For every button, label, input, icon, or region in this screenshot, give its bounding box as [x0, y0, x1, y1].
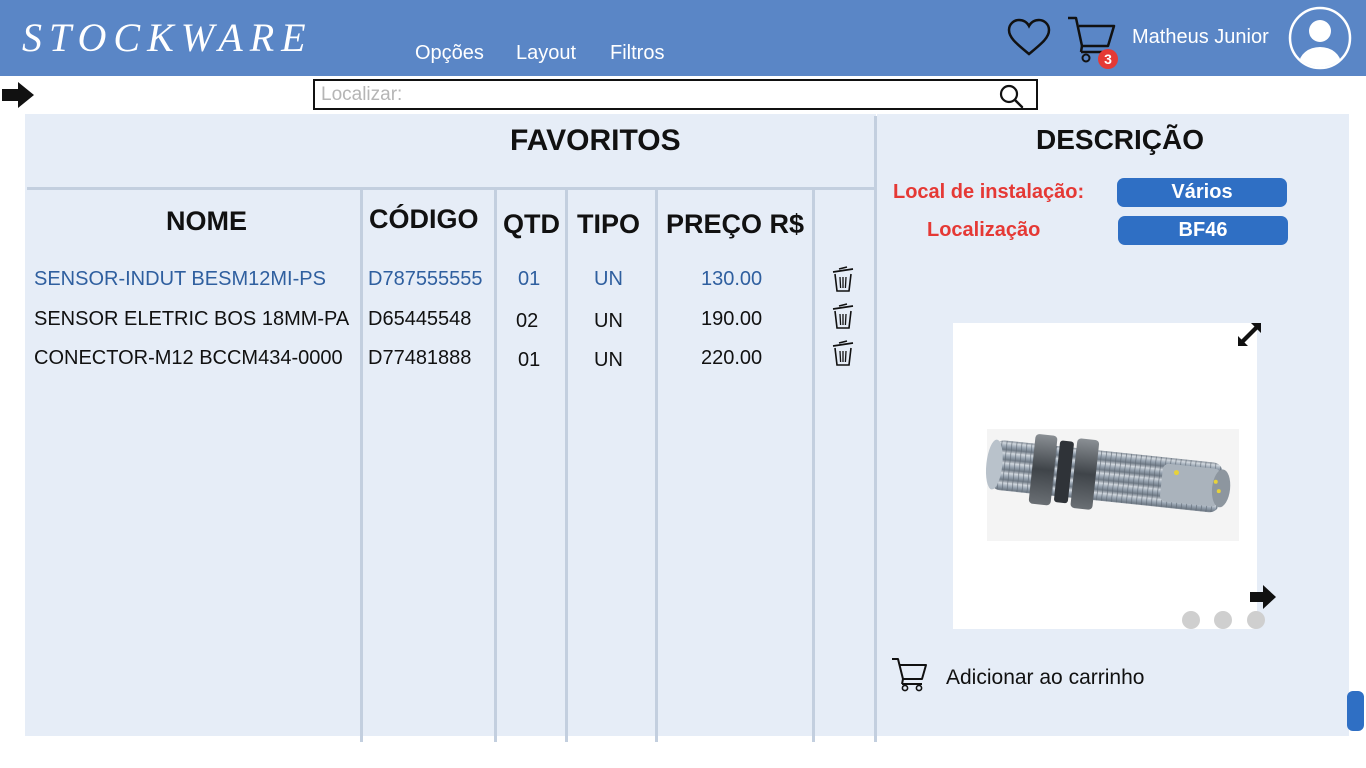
- column-divider: [494, 190, 497, 742]
- row-3-codigo[interactable]: D77481888: [368, 347, 471, 370]
- product-image: [953, 323, 1257, 629]
- installation-value-badge: Vários: [1117, 178, 1287, 207]
- carousel-dot-1[interactable]: [1182, 611, 1200, 629]
- carousel-dot-3[interactable]: [1247, 611, 1265, 629]
- column-header-preco[interactable]: PREÇO R$: [666, 209, 804, 240]
- row-1-preco[interactable]: 130.00: [701, 268, 762, 291]
- avatar-icon[interactable]: [1288, 6, 1352, 70]
- carousel-dot-2[interactable]: [1214, 611, 1232, 629]
- collapse-arrow-icon[interactable]: [0, 80, 36, 110]
- search-bar: [313, 79, 1038, 110]
- add-to-cart-label: Adicionar ao carrinho: [946, 666, 1145, 689]
- row-1-codigo[interactable]: D787555555: [368, 268, 483, 291]
- row-2-codigo[interactable]: D65445548: [368, 308, 471, 331]
- menu-opcoes[interactable]: Opções: [415, 42, 484, 65]
- column-divider: [360, 190, 363, 742]
- column-header-codigo[interactable]: CÓDIGO: [369, 204, 479, 235]
- app-logo[interactable]: STOCKWARE: [22, 14, 313, 61]
- trash-icon[interactable]: [831, 265, 855, 293]
- row-2-nome[interactable]: SENSOR ELETRIC BOS 18MM-PA: [34, 308, 349, 331]
- column-header-tipo[interactable]: TIPO: [577, 209, 640, 240]
- description-title: DESCRIÇÃO: [1036, 124, 1205, 155]
- table-header-divider: [27, 187, 878, 190]
- scrollbar-thumb[interactable]: [1347, 691, 1364, 731]
- column-header-qtd[interactable]: QTD: [503, 209, 560, 240]
- cart-count-badge: 3: [1098, 49, 1118, 69]
- favorites-title: FAVORITOS: [510, 124, 681, 157]
- menu-filtros[interactable]: Filtros: [610, 42, 664, 65]
- row-2-preco[interactable]: 190.00: [701, 308, 762, 331]
- row-1-nome[interactable]: SENSOR-INDUT BESM12MI-PS: [34, 268, 326, 291]
- heart-icon[interactable]: [1007, 18, 1051, 58]
- search-input[interactable]: [321, 83, 991, 107]
- location-value-badge: BF46: [1118, 216, 1288, 245]
- row-3-nome[interactable]: CONECTOR-M12 BCCM434-0000: [34, 347, 343, 370]
- row-3-qtd[interactable]: 01: [518, 349, 540, 372]
- row-2-qtd[interactable]: 02: [516, 310, 538, 333]
- row-1-tipo[interactable]: UN: [594, 268, 623, 291]
- search-icon[interactable]: [998, 83, 1024, 109]
- expand-icon[interactable]: [1236, 321, 1263, 348]
- next-image-arrow-icon[interactable]: [1249, 584, 1277, 610]
- column-header-nome[interactable]: NOME: [166, 206, 247, 237]
- cart-icon: [892, 658, 927, 692]
- column-divider: [812, 190, 815, 742]
- installation-label: Local de instalação:: [893, 181, 1085, 203]
- column-divider: [565, 190, 568, 742]
- row-2-tipo[interactable]: UN: [594, 310, 623, 333]
- add-to-cart-button[interactable]: Adicionar ao carrinho: [891, 656, 1191, 696]
- trash-icon[interactable]: [831, 339, 855, 367]
- row-3-tipo[interactable]: UN: [594, 349, 623, 372]
- location-label: Localização: [927, 219, 1041, 241]
- column-divider: [655, 190, 658, 742]
- sensor-image: [985, 429, 1239, 541]
- row-1-qtd[interactable]: 01: [518, 268, 540, 291]
- user-name[interactable]: Matheus Junior: [1132, 26, 1269, 49]
- row-3-preco[interactable]: 220.00: [701, 347, 762, 370]
- menu-layout[interactable]: Layout: [516, 42, 576, 65]
- trash-icon[interactable]: [831, 302, 855, 330]
